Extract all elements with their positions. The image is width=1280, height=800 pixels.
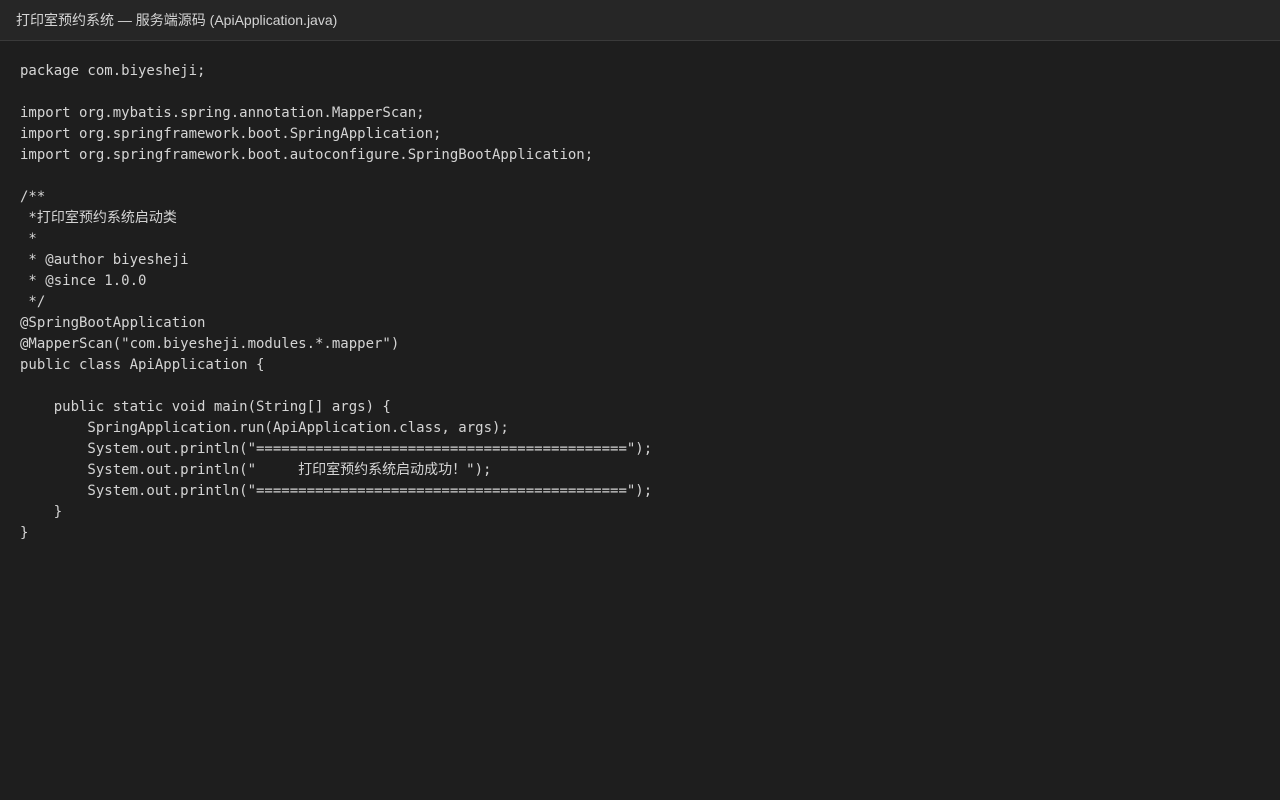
code-line[interactable]: import org.springframework.boot.autoconf… <box>20 145 1260 166</box>
code-line[interactable]: } <box>20 502 1260 523</box>
code-line[interactable]: /** <box>20 187 1260 208</box>
code-line[interactable]: * @author biyesheji <box>20 250 1260 271</box>
code-line[interactable]: import org.mybatis.spring.annotation.Map… <box>20 103 1260 124</box>
code-line[interactable]: */ <box>20 292 1260 313</box>
code-line[interactable]: System.out.println(" 打印室预约系统启动成功！"); <box>20 460 1260 481</box>
code-line[interactable]: * <box>20 229 1260 250</box>
code-line[interactable]: } <box>20 523 1260 544</box>
code-block[interactable]: package com.biyesheji; import org.mybatis… <box>20 61 1260 544</box>
code-line[interactable] <box>20 166 1260 187</box>
code-line[interactable] <box>20 376 1260 397</box>
editor-window: 打印室预约系统 — 服务端源码 (ApiApplication.java) pa… <box>0 0 1280 800</box>
code-line[interactable]: @SpringBootApplication <box>20 313 1260 334</box>
title-bar: 打印室预约系统 — 服务端源码 (ApiApplication.java) <box>0 0 1280 41</box>
code-line[interactable] <box>20 82 1260 103</box>
window-title: 打印室预约系统 — 服务端源码 (ApiApplication.java) <box>16 12 338 28</box>
code-line[interactable]: public class ApiApplication { <box>20 355 1260 376</box>
code-line[interactable]: *打印室预约系统启动类 <box>20 208 1260 229</box>
code-line[interactable]: * @since 1.0.0 <box>20 271 1260 292</box>
code-line[interactable]: System.out.println("====================… <box>20 439 1260 460</box>
code-line[interactable]: SpringApplication.run(ApiApplication.cla… <box>20 418 1260 439</box>
code-line[interactable]: import org.springframework.boot.SpringAp… <box>20 124 1260 145</box>
code-line[interactable]: package com.biyesheji; <box>20 61 1260 82</box>
code-line[interactable]: public static void main(String[] args) { <box>20 397 1260 418</box>
code-line[interactable]: System.out.println("====================… <box>20 481 1260 502</box>
code-editor[interactable]: package com.biyesheji; import org.mybatis… <box>0 41 1280 800</box>
code-line[interactable]: @MapperScan("com.biyesheji.modules.*.map… <box>20 334 1260 355</box>
